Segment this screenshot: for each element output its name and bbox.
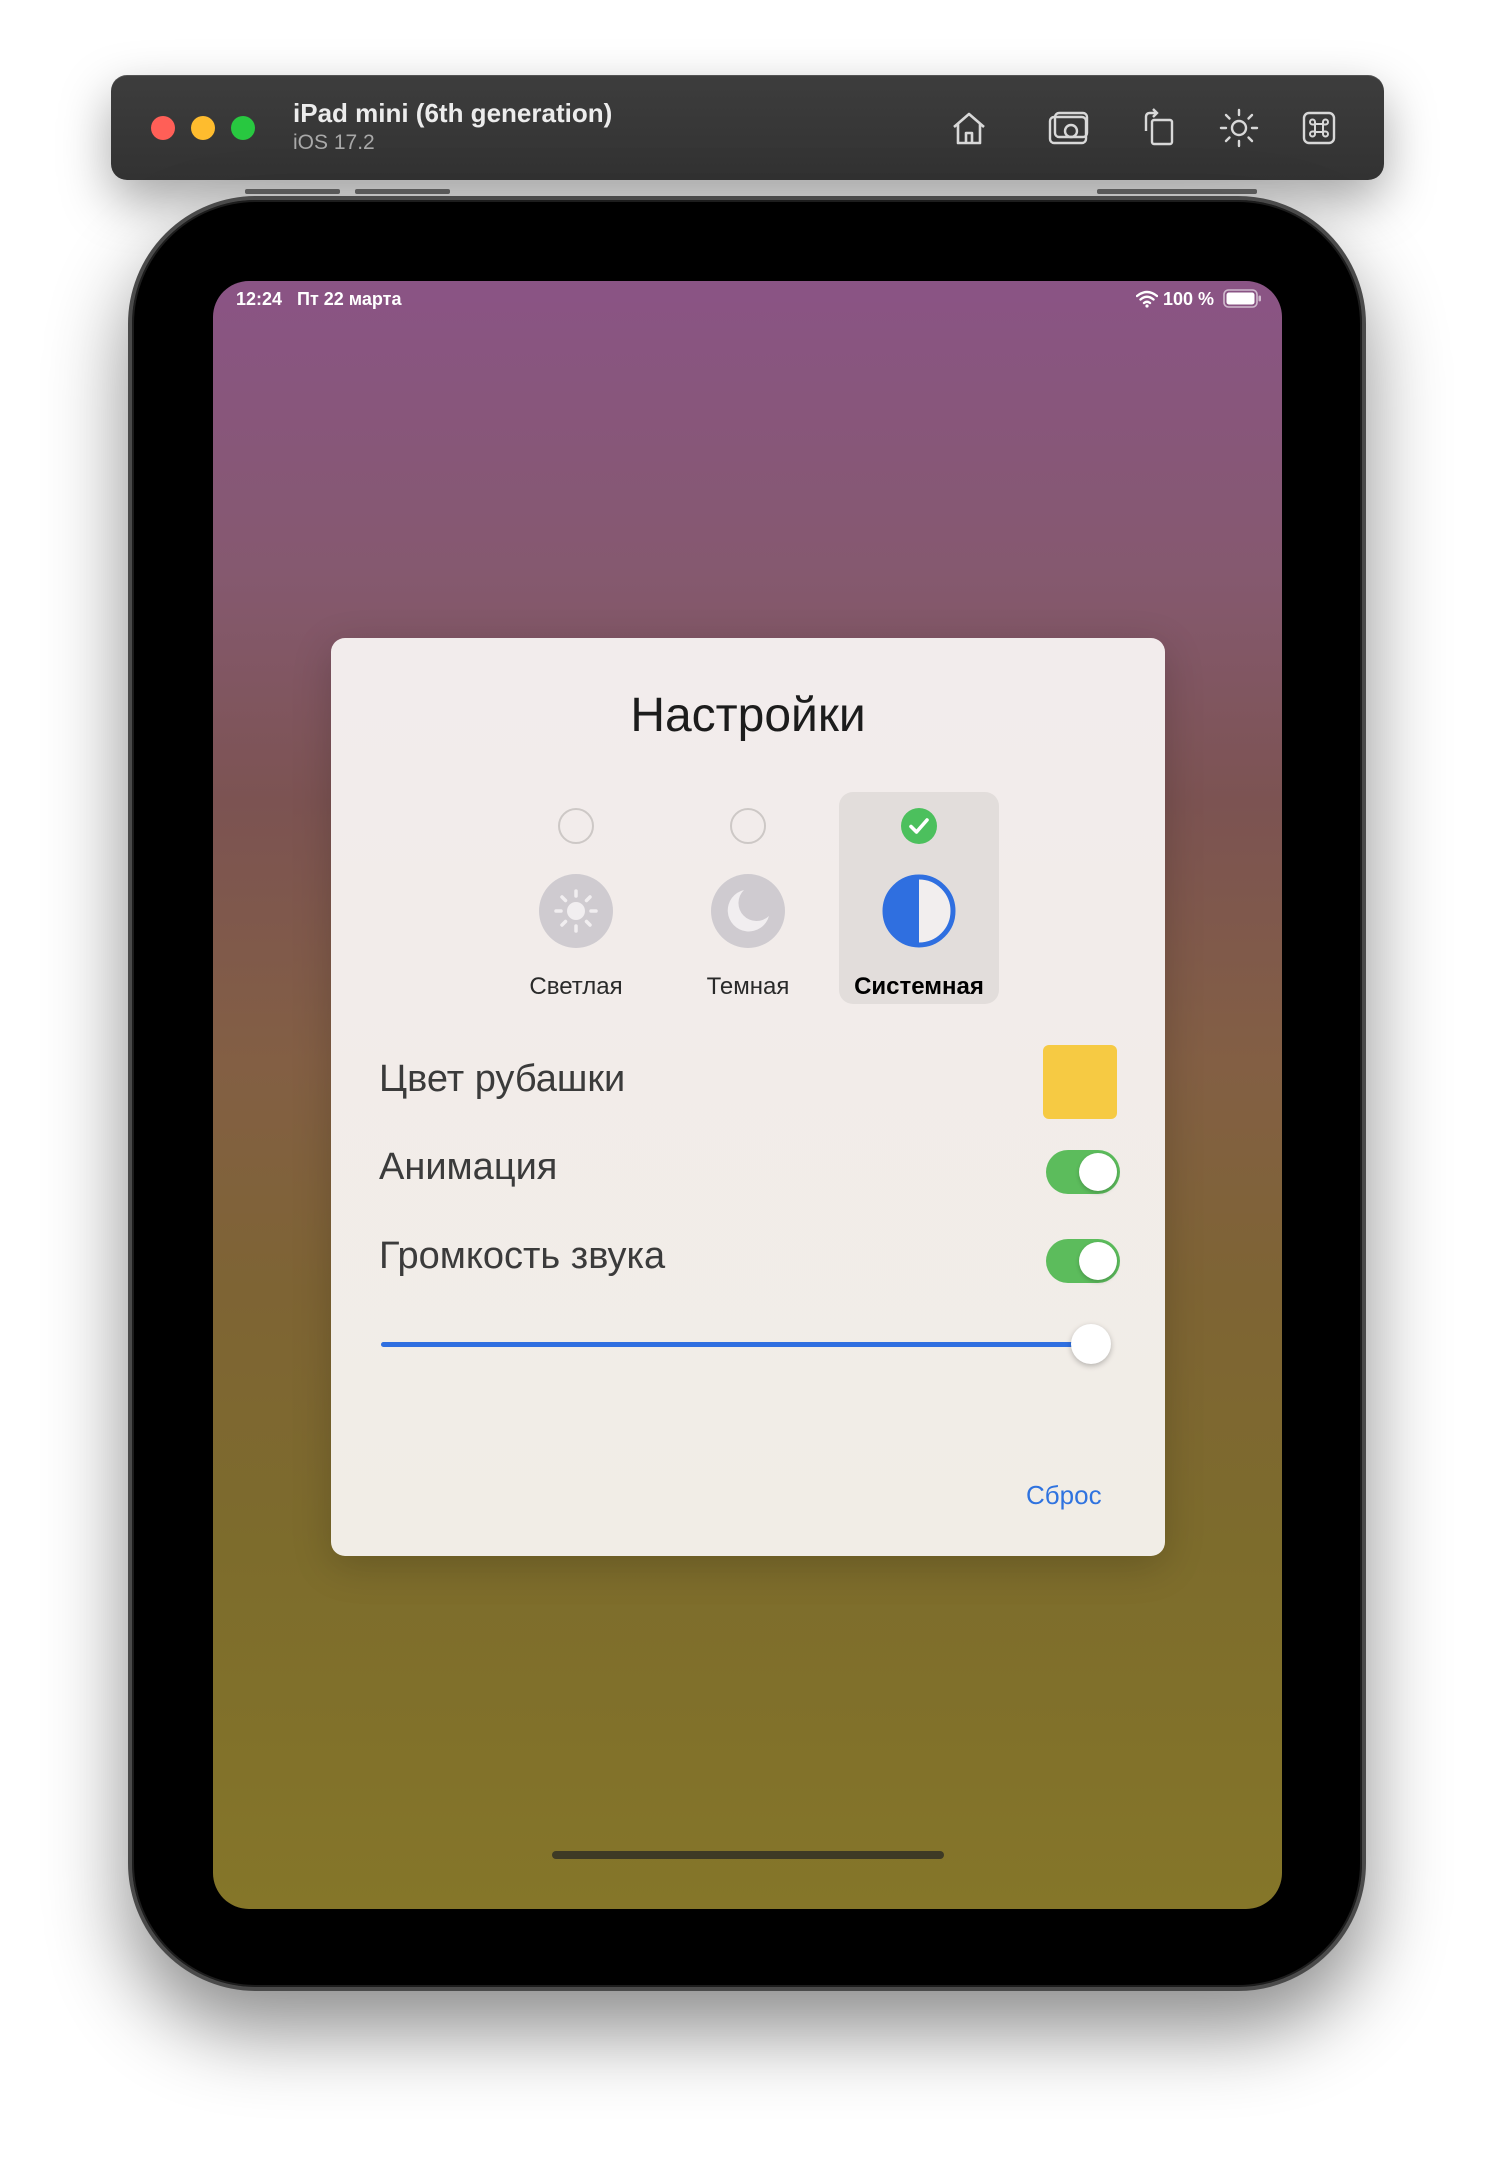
sound-volume-label: Громкость звука [379,1235,666,1277]
reset-button[interactable]: Сброс [1026,1480,1102,1511]
animation-label: Анимация [379,1146,558,1188]
volume-slider-thumb[interactable] [1071,1324,1111,1364]
theme-option-dark[interactable]: Темная [668,808,828,1000]
wifi-icon [1136,290,1158,308]
status-time: 12:24 [236,289,283,309]
theme-light-label: Светлая [529,973,623,1000]
moon-icon [711,874,785,948]
theme-dark-radio[interactable] [730,808,766,844]
home-icon[interactable] [946,105,992,151]
battery-icon [1223,289,1261,308]
volume-slider-fill [381,1342,1091,1347]
animation-toggle[interactable] [1046,1150,1120,1194]
sun-icon [539,874,613,948]
power-button-marker [1097,189,1257,194]
checkmark-icon [909,818,929,834]
theme-system-radio[interactable] [901,808,937,844]
theme-system-label: Системная [854,973,984,1000]
device-name: iPad mini (6th generation) [293,98,613,128]
battery-percentage: 100 % [1163,289,1215,309]
minimize-window-button[interactable] [191,116,215,140]
simulator-toolbar: iPad mini (6th generation) iOS 17.2 [111,75,1384,180]
theme-light-radio[interactable] [558,808,594,844]
settings-title: Настройки [630,689,866,742]
theme-option-system[interactable]: Системная [839,808,999,1000]
toggle-knob [1079,1153,1117,1191]
theme-option-light[interactable]: Светлая [496,808,656,1000]
volume-button-marker [355,189,450,194]
settings-panel: Настройки Светлая Темная Системная Цвет … [331,638,1165,1556]
half-circle-icon [882,874,956,948]
shirt-color-swatch[interactable] [1043,1045,1117,1119]
volume-button-marker [245,189,340,194]
os-version: iOS 17.2 [293,131,375,154]
zoom-window-button[interactable] [231,116,255,140]
home-indicator[interactable] [552,1851,944,1859]
theme-dark-label: Темная [706,973,790,1000]
keyboard-command-icon[interactable] [1296,105,1342,151]
shirt-color-label: Цвет рубашки [379,1058,626,1100]
status-date: Пт 22 марта [297,289,402,309]
toggle-knob [1079,1242,1117,1280]
volume-slider[interactable] [381,1324,1111,1364]
sound-toggle[interactable] [1046,1239,1120,1283]
rotate-icon[interactable] [1136,105,1182,151]
close-window-button[interactable] [151,116,175,140]
screenshot-icon[interactable] [1046,105,1092,151]
appearance-icon[interactable] [1216,105,1262,151]
